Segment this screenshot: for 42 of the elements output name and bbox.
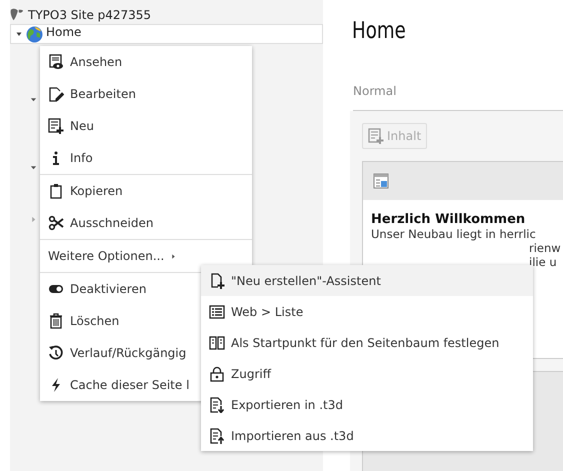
tree-toggle-icon[interactable] — [30, 216, 37, 223]
edit-icon — [48, 86, 64, 102]
tree-toggle-icon[interactable] — [30, 96, 37, 103]
new-icon — [48, 118, 64, 134]
tree-node[interactable]: Home — [10, 24, 323, 44]
menu-item[interactable]: Ansehen — [40, 46, 252, 78]
menu-item[interactable]: "Neu erstellen"-Assistent — [201, 265, 533, 296]
menu-item[interactable]: Als Startpunkt für den Seitenbaum festlegen — [201, 327, 533, 358]
tree-label[interactable]: Home — [46, 26, 82, 38]
clipboard-icon — [48, 183, 64, 199]
menu-item[interactable]: Info — [40, 142, 252, 174]
site-name: TYPO3 Site p427355 — [28, 8, 152, 22]
menu-item[interactable]: Weitere Optionen... — [40, 240, 252, 272]
menu-item[interactable]: Kopieren — [40, 175, 252, 207]
lock-icon — [209, 366, 225, 382]
menu-item[interactable]: Exportieren in .t3d — [201, 389, 533, 420]
globe-icon — [26, 26, 43, 42]
new-content-icon — [368, 128, 384, 144]
content-element-icon — [373, 173, 389, 189]
typo3-logo-icon — [10, 8, 24, 22]
tree-toggle-icon[interactable] — [30, 164, 37, 171]
card-text: rienw — [529, 241, 561, 255]
columns-icon — [209, 334, 225, 350]
history-icon — [48, 345, 64, 361]
card-text: Unser Neubau liegt in herrlic — [371, 227, 537, 241]
trash-icon — [48, 313, 64, 329]
menu-item[interactable]: Neu — [40, 110, 252, 142]
card-heading: Herzlich Willkommen — [371, 212, 526, 227]
submenu-arrow-icon — [170, 252, 178, 260]
menu-item[interactable]: Zugriff — [201, 358, 533, 389]
scissors-icon — [48, 215, 64, 231]
view-icon — [48, 54, 64, 70]
expand-arrow-icon[interactable] — [15, 30, 23, 38]
page-title: Home — [352, 18, 407, 44]
document-plus-icon — [209, 272, 225, 288]
export-icon — [209, 396, 225, 412]
menu-item[interactable]: Importieren aus .t3d — [201, 420, 533, 451]
menu-item[interactable]: Web > Liste — [201, 296, 533, 327]
menu-item[interactable]: Bearbeiten — [40, 78, 252, 110]
import-icon — [209, 428, 225, 444]
menu-item[interactable]: Ausschneiden — [40, 207, 252, 239]
list-icon — [209, 304, 225, 320]
